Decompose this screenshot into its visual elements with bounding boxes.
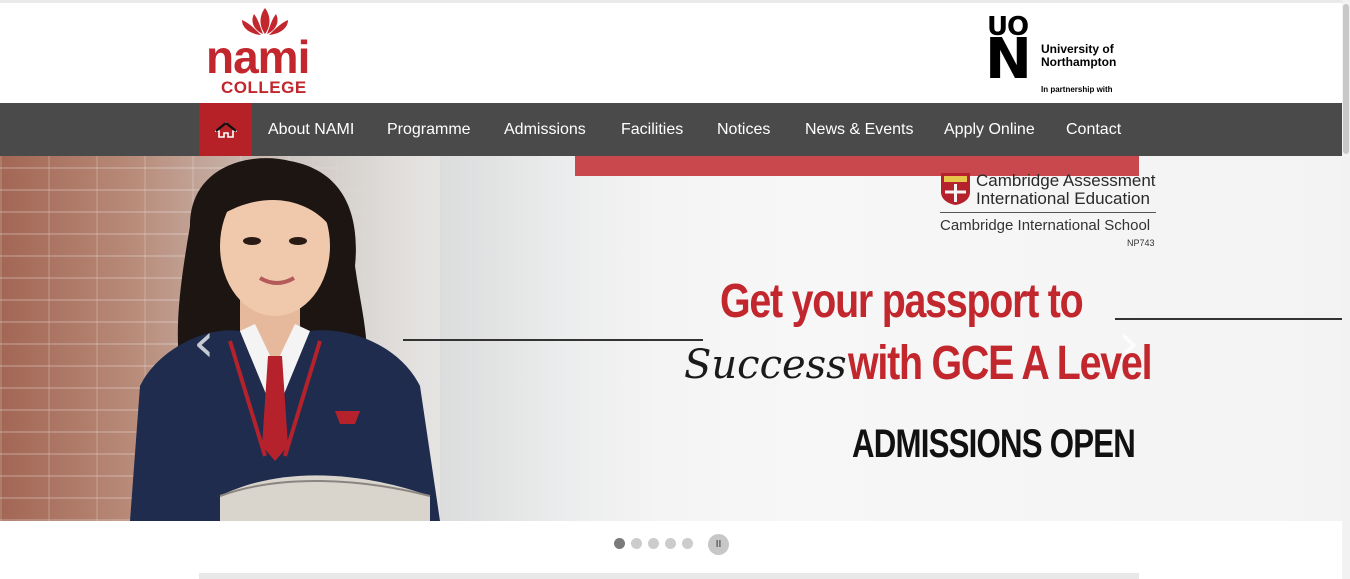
nav-home-button[interactable] <box>199 103 252 156</box>
main-navigation: About NAMI Programme Admissions Faciliti… <box>0 103 1342 156</box>
slider-pagination <box>614 538 693 549</box>
nav-item-apply-online[interactable]: Apply Online <box>944 103 1035 156</box>
logo-subtitle: COLLEGE <box>221 78 307 97</box>
hero-headline-1: Get your passport to <box>720 275 1084 328</box>
decor-line-left <box>403 339 703 341</box>
nav-item-contact[interactable]: Contact <box>1066 103 1121 156</box>
slider-dot-2[interactable] <box>631 538 642 549</box>
uon-mark-n: N <box>985 27 1032 92</box>
cambridge-line-3: Cambridge International School <box>940 217 1151 234</box>
university-of-northampton-logo[interactable]: U O N University of Northampton In partn… <box>985 12 1145 98</box>
nav-item-admissions[interactable]: Admissions <box>504 103 586 156</box>
slider-dot-1[interactable] <box>614 538 625 549</box>
cambridge-line-1: Cambridge Assessment <box>976 171 1156 190</box>
logo-wordmark: nami <box>206 31 310 83</box>
nav-item-programme[interactable]: Programme <box>387 103 471 156</box>
slider-prev-button[interactable]: ‹ <box>193 316 215 370</box>
hero-script-word: Success <box>684 342 847 388</box>
partner-tagline: In partnership with <box>1041 85 1113 94</box>
content-section-top <box>199 573 1139 579</box>
nav-item-about[interactable]: About NAMI <box>268 103 354 156</box>
top-border <box>0 0 1342 3</box>
pause-icon: II <box>715 539 722 550</box>
nami-college-logo[interactable]: nami COLLEGE <box>200 4 328 99</box>
chevron-right-icon: › <box>1118 311 1140 374</box>
slider-dot-4[interactable] <box>665 538 676 549</box>
slider-dot-5[interactable] <box>682 538 693 549</box>
slider-pause-button[interactable]: II <box>708 534 729 555</box>
cambridge-crest-icon <box>941 173 970 205</box>
cambridge-line-2: International Education <box>976 189 1150 208</box>
slider-next-button[interactable]: › <box>1118 316 1140 370</box>
cambridge-centre-code: NP743 <box>1127 238 1155 248</box>
decor-line-right <box>1115 318 1342 320</box>
cambridge-divider <box>940 212 1156 213</box>
cambridge-logo: Cambridge Assessment International Educa… <box>940 172 1160 272</box>
hero-slider[interactable]: Cambridge Assessment International Educa… <box>0 156 1342 521</box>
nav-item-news-events[interactable]: News & Events <box>805 103 913 156</box>
scrollbar-thumb[interactable] <box>1343 4 1349 154</box>
hero-cta-text: ADMISSIONS OPEN <box>852 422 1136 466</box>
home-icon <box>214 121 237 138</box>
nav-item-facilities[interactable]: Facilities <box>621 103 683 156</box>
page-scrollbar[interactable] <box>1342 0 1350 579</box>
hero-headline-2: with GCE A Level <box>848 337 1153 390</box>
nav-item-notices[interactable]: Notices <box>717 103 770 156</box>
partner-name: University of Northampton <box>1041 42 1117 69</box>
slider-dot-3[interactable] <box>648 538 659 549</box>
chevron-left-icon: ‹ <box>193 311 215 374</box>
